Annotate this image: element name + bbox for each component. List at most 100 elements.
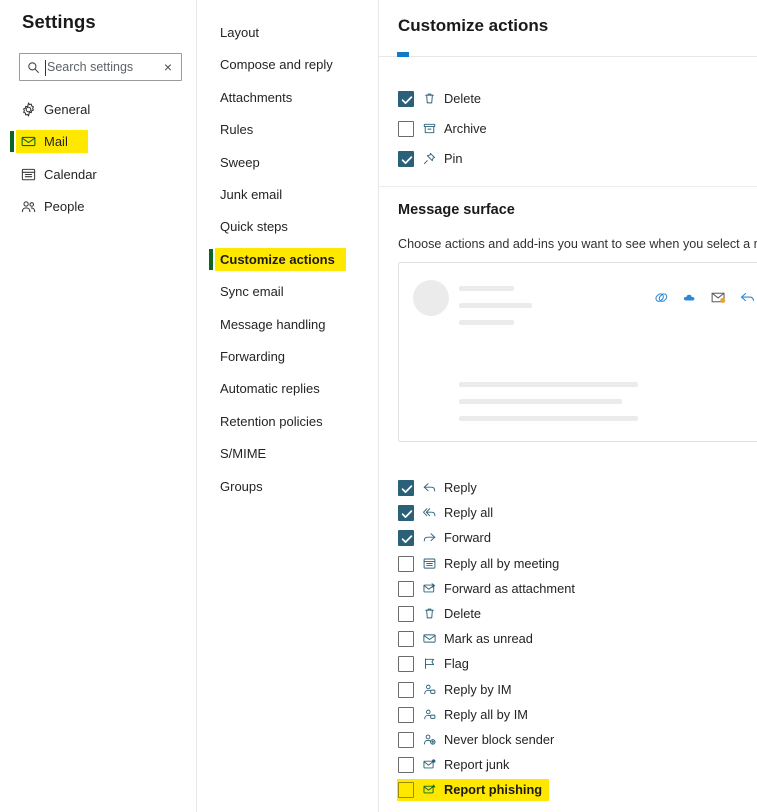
pin-icon bbox=[422, 151, 437, 166]
nav-item-label: Attachments bbox=[220, 90, 293, 105]
header-divider bbox=[379, 56, 757, 57]
archive-icon bbox=[422, 121, 437, 136]
search-settings-box[interactable]: × bbox=[19, 53, 182, 81]
close-icon[interactable]: × bbox=[160, 59, 176, 75]
avatar bbox=[413, 280, 449, 316]
text-caret bbox=[45, 60, 46, 76]
sidebar-item-label: People bbox=[44, 199, 85, 214]
trash-icon bbox=[422, 606, 437, 621]
person-im-icon bbox=[422, 682, 437, 697]
page-title: Settings bbox=[22, 11, 96, 32]
selection-accent-bar bbox=[209, 249, 213, 270]
action-label: Delete bbox=[444, 606, 481, 621]
checkbox[interactable] bbox=[398, 480, 414, 496]
checkbox[interactable] bbox=[398, 91, 414, 107]
toolbar-action-pin[interactable]: Pin bbox=[379, 148, 757, 170]
checkbox[interactable] bbox=[398, 757, 414, 773]
cloud-icon[interactable] bbox=[682, 289, 699, 306]
surface-action-forward-as-attachment[interactable]: Forward as attachment bbox=[379, 578, 757, 600]
nav-item-sweep[interactable]: Sweep bbox=[197, 151, 379, 174]
action-label: Report junk bbox=[444, 757, 510, 772]
person-im-icon bbox=[422, 707, 437, 722]
nav-item-forwarding[interactable]: Forwarding bbox=[197, 345, 379, 368]
nav-item-groups[interactable]: Groups bbox=[197, 475, 379, 498]
surface-action-reply-by-im[interactable]: Reply by IM bbox=[379, 679, 757, 701]
nav-item-label: Sweep bbox=[220, 155, 260, 170]
sidebar-item-mail[interactable]: Mail bbox=[0, 130, 197, 153]
envelope-badge-icon[interactable] bbox=[710, 289, 727, 306]
action-label: Never block sender bbox=[444, 732, 555, 747]
search-icon bbox=[28, 62, 40, 74]
action-label: Archive bbox=[444, 121, 487, 136]
checkbox[interactable] bbox=[398, 606, 414, 622]
settings-window: Settings × General Mail Calendar People Lay… bbox=[0, 0, 757, 812]
main-content-pane: Customize actions Delete Archive Pin Messa… bbox=[379, 0, 757, 812]
checkbox[interactable] bbox=[398, 631, 414, 647]
nav-item-automatic-replies[interactable]: Automatic replies bbox=[197, 377, 379, 400]
nav-item-s-mime[interactable]: S/MIME bbox=[197, 442, 379, 465]
checkbox[interactable] bbox=[398, 505, 414, 521]
checkbox[interactable] bbox=[398, 656, 414, 672]
nav-item-compose-and-reply[interactable]: Compose and reply bbox=[197, 53, 379, 76]
sidebar-item-calendar[interactable]: Calendar bbox=[0, 163, 197, 186]
sidebar-item-general[interactable]: General bbox=[0, 98, 197, 121]
action-label: Delete bbox=[444, 91, 481, 106]
surface-action-reply-all[interactable]: Reply all bbox=[379, 502, 757, 524]
checkbox[interactable] bbox=[398, 530, 414, 546]
nav-item-attachments[interactable]: Attachments bbox=[197, 86, 379, 109]
nav-item-junk-email[interactable]: Junk email bbox=[197, 183, 379, 206]
checkbox[interactable] bbox=[398, 121, 414, 137]
surface-action-reply-all-by-meeting[interactable]: Reply all by meeting bbox=[379, 553, 757, 575]
sidebar-item-label: General bbox=[44, 102, 91, 117]
message-surface-description: Choose actions and add-ins you want to s… bbox=[398, 237, 757, 251]
main-heading: Customize actions bbox=[398, 16, 549, 35]
addin-diamond-icon[interactable] bbox=[653, 289, 670, 306]
checkbox[interactable] bbox=[398, 732, 414, 748]
search-input[interactable] bbox=[47, 54, 157, 80]
checkbox[interactable] bbox=[398, 151, 414, 167]
nav-item-layout[interactable]: Layout bbox=[197, 21, 379, 44]
nav-item-label: Compose and reply bbox=[220, 57, 333, 72]
settings-sidebar: Settings × General Mail Calendar People bbox=[0, 0, 197, 812]
placeholder-line bbox=[459, 382, 638, 387]
nav-item-rules[interactable]: Rules bbox=[197, 118, 379, 141]
reply-all-icon bbox=[422, 505, 437, 520]
surface-action-report-phishing[interactable]: Report phishing bbox=[379, 779, 757, 801]
surface-action-reply-all-by-im[interactable]: Reply all by IM bbox=[379, 704, 757, 726]
nav-item-customize-actions[interactable]: Customize actions bbox=[197, 248, 379, 271]
nav-item-label: S/MIME bbox=[220, 446, 267, 461]
surface-action-mark-as-unread[interactable]: Mark as unread bbox=[379, 628, 757, 650]
surface-action-forward[interactable]: Forward bbox=[379, 527, 757, 549]
toolbar-action-archive[interactable]: Archive bbox=[379, 118, 757, 140]
nav-item-retention-policies[interactable]: Retention policies bbox=[197, 410, 379, 433]
surface-action-reply[interactable]: Reply bbox=[379, 477, 757, 499]
nav-item-quick-steps[interactable]: Quick steps bbox=[197, 215, 379, 238]
surface-action-never-block-sender[interactable]: Never block sender bbox=[379, 729, 757, 751]
checkbox[interactable] bbox=[398, 682, 414, 698]
calendar-icon bbox=[20, 166, 37, 183]
surface-action-flag[interactable]: Flag bbox=[379, 653, 757, 675]
action-label: Mark as unread bbox=[444, 631, 533, 646]
sidebar-item-people[interactable]: People bbox=[0, 195, 197, 218]
action-label: Reply all by IM bbox=[444, 707, 528, 722]
action-label: Reply by IM bbox=[444, 682, 512, 697]
toolbar-action-delete[interactable]: Delete bbox=[379, 88, 757, 110]
surface-action-delete[interactable]: Delete bbox=[379, 603, 757, 625]
checkbox[interactable] bbox=[398, 782, 414, 798]
reply-arrow-icon[interactable] bbox=[739, 289, 756, 306]
action-label: Reply all bbox=[444, 505, 494, 520]
placeholder-line bbox=[459, 286, 514, 291]
nav-item-message-handling[interactable]: Message handling bbox=[197, 313, 379, 336]
checkbox[interactable] bbox=[398, 581, 414, 597]
trash-icon bbox=[422, 91, 437, 106]
checkbox[interactable] bbox=[398, 556, 414, 572]
placeholder-line bbox=[459, 303, 532, 308]
action-label: Pin bbox=[444, 151, 463, 166]
checkbox[interactable] bbox=[398, 707, 414, 723]
nav-item-sync-email[interactable]: Sync email bbox=[197, 280, 379, 303]
surface-action-report-junk[interactable]: Report junk bbox=[379, 754, 757, 776]
nav-item-label: Sync email bbox=[220, 284, 284, 299]
envelope-icon bbox=[422, 631, 437, 646]
placeholder-line bbox=[459, 416, 638, 421]
gear-icon bbox=[20, 101, 37, 118]
